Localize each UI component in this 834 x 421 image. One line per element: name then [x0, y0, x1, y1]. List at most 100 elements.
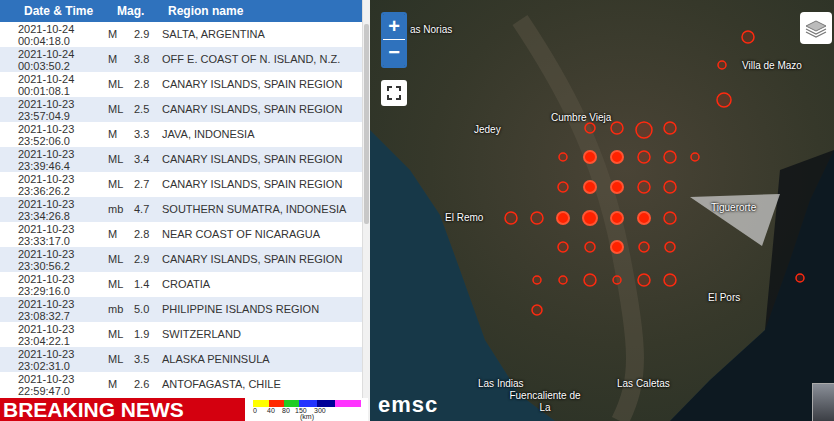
earthquake-marker[interactable]	[583, 211, 597, 225]
earthquake-marker[interactable]	[557, 212, 569, 224]
earthquake-marker[interactable]	[584, 181, 596, 193]
earthquake-marker[interactable]	[558, 242, 568, 252]
earthquake-marker[interactable]	[717, 93, 731, 107]
table-row[interactable]: 2021-10-2323:04:22.1ML1.9SWITZERLAND	[0, 322, 362, 347]
place-label: Cumbre Vieja	[551, 110, 611, 125]
earthquake-marker[interactable]	[611, 212, 623, 224]
table-row[interactable]: 2021-10-2323:34:26.8mb4.7SOUTHERN SUMATR…	[0, 197, 362, 222]
column-header[interactable]: Mag.	[112, 2, 160, 20]
region-name: ALASKA PENINSULA	[156, 351, 362, 368]
table-row[interactable]: 2021-10-2400:01:08.1ML2.8CANARY ISLANDS,…	[0, 72, 362, 97]
legend-segment	[284, 400, 299, 407]
legend-segment	[299, 400, 317, 407]
table-row[interactable]: 2021-10-2323:30:56.2ML2.9CANARY ISLANDS,…	[0, 247, 362, 272]
earthquake-marker[interactable]	[585, 242, 595, 252]
earthquake-marker[interactable]	[638, 212, 650, 224]
date: 2021-10-23	[18, 373, 92, 385]
time: 23:39:46.4	[18, 160, 92, 172]
legend-tick: 150	[295, 407, 307, 414]
magnitude-type: mb	[92, 201, 130, 218]
earthquake-marker[interactable]	[533, 276, 541, 284]
earthquake-marker[interactable]	[584, 151, 596, 163]
table-row[interactable]: 2021-10-2400:03:50.2M3.8OFF E. COAST OF …	[0, 47, 362, 72]
earthquake-marker[interactable]	[718, 61, 726, 69]
legend-segment	[269, 400, 284, 407]
table-row[interactable]: 2021-10-2323:39:46.4ML3.4CANARY ISLANDS,…	[0, 147, 362, 172]
quake-table: Date & TimeMag.Region name 2021-10-2400:0…	[0, 0, 362, 421]
screen: Date & TimeMag.Region name 2021-10-2400:0…	[0, 0, 834, 421]
earthquake-marker[interactable]	[638, 151, 650, 163]
table-row[interactable]: 2021-10-2323:33:17.0M2.8NEAR COAST OF NI…	[0, 222, 362, 247]
zoom-out-button[interactable]: −	[383, 40, 405, 66]
date-time-cell: 2021-10-2323:36:26.2	[0, 173, 92, 197]
layers-icon	[805, 17, 827, 39]
time: 23:08:32.7	[18, 310, 92, 322]
region-name: OFF E. COAST OF N. ISLAND, N.Z.	[156, 51, 362, 68]
magnitude: 2.5	[130, 101, 156, 118]
earthquake-marker[interactable]	[638, 274, 650, 286]
earthquake-marker[interactable]	[691, 153, 699, 161]
table-row[interactable]: 2021-10-2323:36:26.2ML2.7CANARY ISLANDS,…	[0, 172, 362, 197]
magnitude-type: M	[92, 126, 130, 143]
table-row[interactable]: 2021-10-2400:04:18.0M2.9SALTA, ARGENTINA	[0, 22, 362, 47]
earthquake-marker[interactable]	[611, 181, 623, 193]
magnitude-type: M	[92, 51, 130, 68]
table-row[interactable]: 2021-10-2323:52:06.0M3.3JAVA, INDONESIA	[0, 122, 362, 147]
earthquake-marker[interactable]	[664, 274, 676, 286]
earthquake-marker[interactable]	[665, 242, 675, 252]
time: 22:59:47.0	[18, 385, 92, 397]
date: 2021-10-23	[18, 348, 92, 360]
earthquake-marker[interactable]	[559, 153, 567, 161]
earthquake-marker[interactable]	[584, 274, 596, 286]
place-label: as Norias	[410, 22, 452, 37]
place-label: Villa de Mazo	[742, 58, 802, 73]
scrollbar[interactable]	[362, 0, 370, 421]
earthquake-marker[interactable]	[742, 31, 754, 43]
magnitude: 2.9	[130, 251, 156, 268]
place-label: Jedey	[474, 122, 501, 137]
region-name: SWITZERLAND	[156, 326, 362, 343]
earthquake-marker[interactable]	[558, 182, 568, 192]
earthquake-marker[interactable]	[664, 212, 676, 224]
cloud	[690, 194, 780, 246]
magnitude: 2.8	[130, 226, 156, 243]
earthquake-marker[interactable]	[796, 274, 804, 282]
column-header[interactable]: Date & Time	[0, 2, 112, 20]
time: 00:03:50.2	[18, 60, 92, 72]
earthquake-marker[interactable]	[611, 151, 623, 163]
map[interactable]: as NoriasVilla de MazoJedeyCumbre ViejaE…	[370, 0, 834, 421]
earthquake-marker[interactable]	[639, 242, 649, 252]
earthquake-marker[interactable]	[611, 122, 623, 134]
earthquake-marker[interactable]	[664, 151, 676, 163]
table-row[interactable]: 2021-10-2322:59:47.0M2.6ANTOFAGASTA, CHI…	[0, 372, 362, 397]
earthquake-marker[interactable]	[613, 276, 621, 284]
date-time-cell: 2021-10-2400:04:18.0	[0, 23, 92, 47]
earthquake-marker[interactable]	[505, 212, 517, 224]
region-name: SALTA, ARGENTINA	[156, 26, 362, 43]
region-name: CANARY ISLANDS, SPAIN REGION	[156, 251, 362, 268]
layers-button[interactable]	[800, 12, 832, 44]
magnitude-type: M	[92, 26, 130, 43]
scrollbar-thumb[interactable]	[364, 24, 369, 224]
table-row[interactable]: 2021-10-2323:57:04.9ML2.5CANARY ISLANDS,…	[0, 97, 362, 122]
earthquake-marker[interactable]	[531, 212, 543, 224]
earthquake-marker[interactable]	[638, 181, 650, 193]
earthquake-marker[interactable]	[532, 305, 542, 315]
earthquake-marker[interactable]	[664, 122, 676, 134]
fullscreen-button[interactable]	[381, 80, 407, 106]
table-row[interactable]: 2021-10-2323:02:31.0ML3.5ALASKA PENINSUL…	[0, 347, 362, 372]
magnitude: 2.9	[130, 26, 156, 43]
earthquake-marker[interactable]	[664, 181, 676, 193]
earthquake-marker[interactable]	[611, 241, 623, 253]
earthquake-marker[interactable]	[585, 123, 595, 133]
column-header[interactable]: Region name	[160, 2, 362, 20]
table-row[interactable]: 2021-10-2323:29:16.0ML1.4CROATIA	[0, 272, 362, 297]
magnitude: 2.7	[130, 176, 156, 193]
date: 2021-10-23	[18, 123, 92, 135]
earthquake-marker[interactable]	[636, 122, 652, 138]
zoom-in-button[interactable]: +	[383, 14, 405, 40]
depth-legend: 04080150300(km)	[248, 398, 368, 421]
earthquake-marker[interactable]	[559, 276, 567, 284]
table-row[interactable]: 2021-10-2323:08:32.7mb5.0PHILIPPINE ISLA…	[0, 297, 362, 322]
place-label: Las Indias	[478, 376, 524, 391]
